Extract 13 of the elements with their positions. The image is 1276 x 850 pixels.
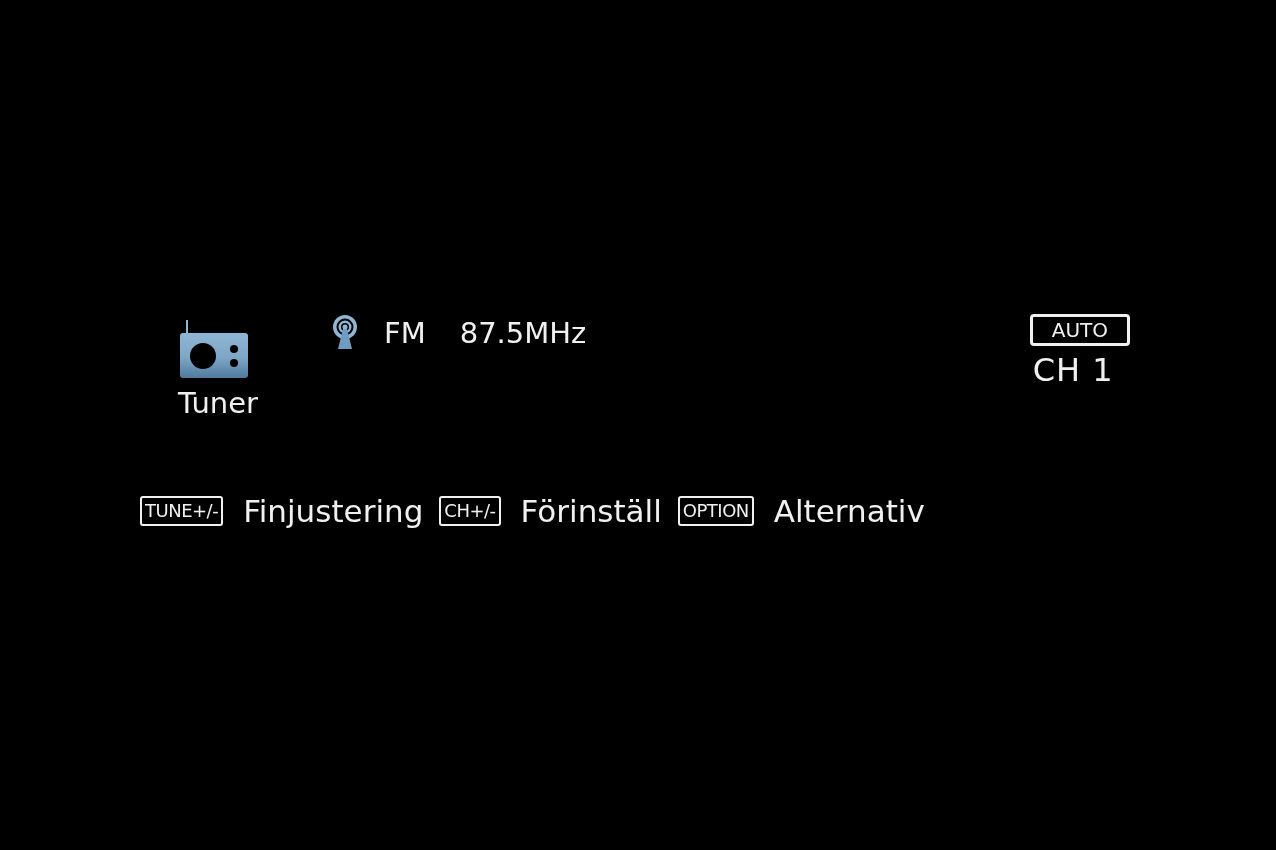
hint-text: Finjustering [243,492,424,530]
frequency-label: 87.5MHz [459,316,587,351]
hint-text: Förinställ [520,492,662,530]
hint-text: Alternativ [773,492,925,530]
source-label: Tuner [178,386,258,421]
remote-key-label: OPTION [677,496,754,527]
radio-icon [178,320,248,378]
antenna-icon [332,314,358,350]
auto-badge: AUTO [1029,314,1130,346]
remote-key-label: TUNE+/- [140,496,224,527]
band-label: FM [384,316,426,351]
remote-key-label: CH+/- [439,496,501,527]
channel-label: CH 1 [1032,351,1114,390]
